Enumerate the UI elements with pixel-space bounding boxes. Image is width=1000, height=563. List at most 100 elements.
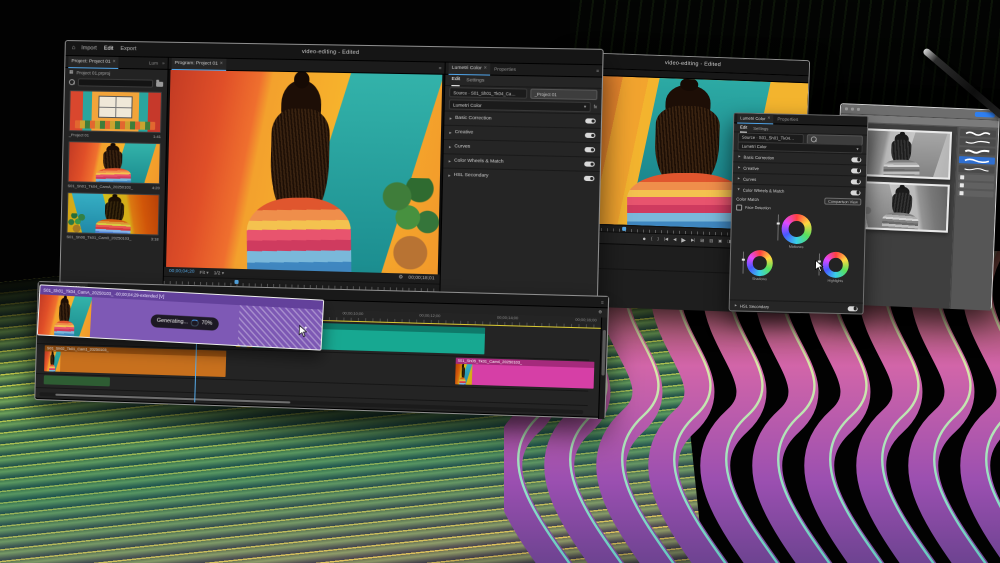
- fx-toggle[interactable]: [585, 118, 596, 123]
- close-icon[interactable]: ×: [113, 59, 116, 65]
- tab-project[interactable]: Project: Project 01 ×: [68, 56, 118, 69]
- close-icon[interactable]: ×: [484, 65, 487, 71]
- shadows-wheel[interactable]: [746, 250, 773, 277]
- tab-lumetri-color[interactable]: Lumetri Color ×: [449, 62, 491, 75]
- subtab-settings[interactable]: Settings: [753, 125, 768, 130]
- toolbar-icon[interactable]: [845, 107, 848, 110]
- tab-overflow[interactable]: Lum: [149, 60, 158, 65]
- fit-dropdown[interactable]: Fit ▾: [200, 269, 209, 275]
- tab-label: Lumetri Color: [452, 65, 482, 71]
- mark-in-icon[interactable]: {: [651, 237, 653, 241]
- brush-preset[interactable]: [960, 138, 996, 147]
- playhead-marker[interactable]: [235, 280, 239, 284]
- go-to-in-icon[interactable]: |◀: [664, 238, 668, 242]
- play-icon[interactable]: ▶: [681, 237, 686, 243]
- tab-properties[interactable]: Properties: [494, 66, 516, 71]
- subtab-edit[interactable]: Edit: [451, 74, 460, 85]
- shadows-slider[interactable]: [743, 252, 745, 274]
- playhead-marker[interactable]: [622, 227, 626, 231]
- fx-toggle[interactable]: [848, 306, 858, 311]
- fx-toggle[interactable]: [584, 161, 595, 166]
- fx-icon[interactable]: fx: [593, 105, 597, 110]
- bin-item-clip[interactable]: S01_Sh01_Tk04_CamA_20250103_ 4:20: [67, 141, 160, 191]
- marketing-composite: video-editing - Edited ● { } |◀ ◀ ▶: [0, 0, 1000, 563]
- bin-item-sequence[interactable]: _Project 01 1:41: [69, 90, 162, 140]
- source-clip-chip[interactable]: Source · S01_Sh01_Tk04_Ca…: [449, 87, 527, 99]
- fx-toggle[interactable]: [851, 157, 861, 162]
- brush-preset-selected[interactable]: [959, 156, 995, 165]
- menu-edit[interactable]: Edit: [104, 46, 114, 52]
- go-to-out-icon[interactable]: ▶|: [691, 239, 695, 243]
- search-input[interactable]: [78, 78, 153, 87]
- tab-properties[interactable]: Properties: [777, 116, 798, 122]
- export-frame-icon[interactable]: ▣: [718, 240, 722, 244]
- scene-figure: [886, 133, 917, 176]
- toolbar-icon[interactable]: [857, 108, 860, 111]
- ruler-label: 00;00;12;00: [419, 314, 440, 319]
- chevron-right-icon: ▸: [448, 172, 450, 178]
- section-label: Basic Correction: [455, 116, 492, 122]
- layer-row[interactable]: [957, 190, 993, 198]
- resolution-dropdown[interactable]: 1/2 ▾: [214, 270, 225, 276]
- project-file-name: Project 01.prproj: [76, 70, 110, 76]
- tab-label: Program: Project 01: [175, 60, 218, 66]
- generative-cursor-icon: [298, 324, 308, 337]
- overflow-icon[interactable]: »: [162, 61, 165, 66]
- target-sequence-chip[interactable]: _Project 01: [530, 89, 597, 100]
- fx-toggle[interactable]: [585, 133, 596, 138]
- extract-icon[interactable]: ▥: [709, 239, 713, 243]
- close-icon[interactable]: ×: [767, 115, 770, 121]
- fx-toggle[interactable]: [850, 190, 860, 195]
- step-back-icon[interactable]: ◀: [673, 238, 676, 242]
- folder-icon[interactable]: [156, 81, 163, 86]
- tab-program[interactable]: Program: Project 01 ×: [172, 57, 226, 70]
- midtones-slider[interactable]: [777, 214, 779, 240]
- close-icon[interactable]: ×: [220, 61, 223, 67]
- generating-status-text: Generating...: [157, 318, 188, 326]
- brush-preset[interactable]: [958, 165, 994, 174]
- face-detection-checkbox[interactable]: [736, 204, 742, 210]
- subtab-settings[interactable]: Settings: [466, 78, 484, 83]
- brush-preset[interactable]: [960, 129, 996, 138]
- menu-import[interactable]: Import: [81, 45, 97, 51]
- layer-row[interactable]: [958, 182, 994, 190]
- window-title: video-editing - Edited: [577, 57, 809, 71]
- brush-preset[interactable]: [959, 147, 995, 156]
- menu-export[interactable]: Export: [120, 46, 136, 52]
- scene-figure-sweater: [460, 377, 466, 385]
- comparison-view-button[interactable]: Comparison View: [825, 198, 862, 206]
- bin-item-duration: 4:20: [152, 185, 160, 190]
- panel-menu-icon[interactable]: ≡: [439, 66, 442, 71]
- section-hsl-secondary[interactable]: ▸ HSL Secondary: [443, 168, 600, 186]
- fx-toggle[interactable]: [585, 147, 596, 152]
- section-label: Curves: [743, 176, 756, 181]
- chevron-down-icon: ▾: [206, 270, 208, 275]
- scene-figure-sweater: [54, 321, 74, 337]
- toolbar-icon[interactable]: [851, 108, 854, 111]
- fx-toggle[interactable]: [584, 176, 595, 181]
- bin-item-clip[interactable]: S01_Sh06_Tk01_Cam0_20250103_ 3:18: [66, 192, 159, 242]
- timeline-settings-icon[interactable]: ⚙: [598, 311, 602, 315]
- highlights-wheel[interactable]: [822, 252, 849, 279]
- panel-menu-icon[interactable]: ≡: [601, 299, 604, 304]
- record-icon[interactable]: ●: [642, 236, 646, 242]
- current-timecode: 00;00;04;20: [169, 269, 195, 275]
- midtones-wheel[interactable]: [781, 214, 812, 245]
- clip-thumbnail: [38, 294, 92, 337]
- scene-figure: [50, 352, 56, 372]
- timeline-clip-magenta[interactable]: S01_Sh05_Tk01_Cam4_20250103_: [455, 358, 594, 389]
- fx-toggle[interactable]: [851, 168, 861, 173]
- storyboard-frame-1[interactable]: [853, 128, 952, 180]
- bin-item-name: S01_Sh06_Tk01_Cam0_20250103_: [66, 234, 148, 241]
- generating-status-badge: Generating... 70%: [151, 314, 219, 330]
- fx-toggle[interactable]: [851, 179, 861, 184]
- highlights-label: Highlights: [822, 279, 848, 284]
- section-label: Color Wheels & Match: [743, 187, 785, 193]
- scene-plant: [68, 213, 88, 234]
- settings-icon[interactable]: ⚙: [398, 275, 403, 280]
- mark-out-icon[interactable]: }: [657, 237, 659, 241]
- panel-menu-icon[interactable]: ≡: [596, 68, 599, 73]
- layer-row[interactable]: [958, 174, 994, 182]
- lift-icon[interactable]: ▤: [700, 239, 704, 243]
- subtab-edit[interactable]: Edit: [740, 123, 747, 132]
